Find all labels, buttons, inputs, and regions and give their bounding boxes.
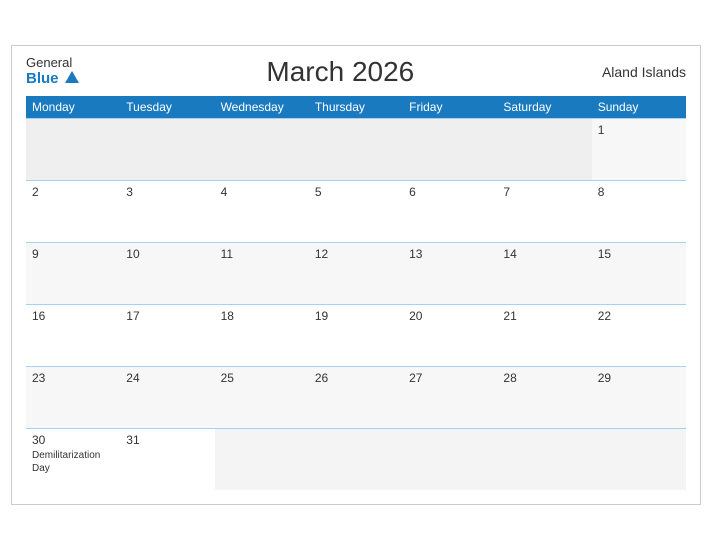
day-header-friday: Friday — [403, 96, 497, 119]
day-cell: 10 — [120, 242, 214, 304]
day-cell: 30 Demilitarization Day — [26, 428, 120, 490]
day-number: 6 — [409, 185, 491, 199]
day-number: 18 — [221, 309, 303, 323]
day-cell: 23 — [26, 366, 120, 428]
day-cell: 29 — [592, 366, 686, 428]
week-row-5: 23 24 25 26 27 28 29 — [26, 366, 686, 428]
calendar-header: General Blue March 2026 Aland Islands — [26, 56, 686, 88]
day-number: 24 — [126, 371, 208, 385]
day-number: 26 — [315, 371, 397, 385]
day-cell: 22 — [592, 304, 686, 366]
day-number: 8 — [598, 185, 680, 199]
day-number: 12 — [315, 247, 397, 261]
day-cell: 13 — [403, 242, 497, 304]
day-number: 16 — [32, 309, 114, 323]
day-cell: 4 — [215, 180, 309, 242]
day-header-monday: Monday — [26, 96, 120, 119]
day-number: 17 — [126, 309, 208, 323]
day-number: 28 — [503, 371, 585, 385]
week-row-1: 1 — [26, 118, 686, 180]
calendar-title: March 2026 — [266, 56, 414, 88]
day-cell — [497, 118, 591, 180]
logo-general-text: General — [26, 56, 79, 70]
day-number: 3 — [126, 185, 208, 199]
day-event: Demilitarization Day — [32, 449, 114, 475]
day-header-tuesday: Tuesday — [120, 96, 214, 119]
day-number: 27 — [409, 371, 491, 385]
day-cell: 16 — [26, 304, 120, 366]
day-cell: 2 — [26, 180, 120, 242]
day-number: 23 — [32, 371, 114, 385]
day-number: 20 — [409, 309, 491, 323]
calendar-region: Aland Islands — [602, 64, 686, 80]
day-headers-row: MondayTuesdayWednesdayThursdayFridaySatu… — [26, 96, 686, 119]
day-number: 21 — [503, 309, 585, 323]
day-cell — [592, 428, 686, 490]
day-number: 2 — [32, 185, 114, 199]
day-cell: 25 — [215, 366, 309, 428]
day-cell: 12 — [309, 242, 403, 304]
day-number: 31 — [126, 433, 208, 447]
calendar-grid: MondayTuesdayWednesdayThursdayFridaySatu… — [26, 96, 686, 491]
day-number: 19 — [315, 309, 397, 323]
day-cell: 11 — [215, 242, 309, 304]
logo: General Blue — [26, 56, 79, 87]
day-cell: 7 — [497, 180, 591, 242]
day-cell: 5 — [309, 180, 403, 242]
day-cell — [120, 118, 214, 180]
day-cell — [309, 118, 403, 180]
day-cell: 28 — [497, 366, 591, 428]
day-number: 15 — [598, 247, 680, 261]
day-cell: 8 — [592, 180, 686, 242]
day-header-wednesday: Wednesday — [215, 96, 309, 119]
day-cell — [215, 118, 309, 180]
calendar: General Blue March 2026 Aland Islands Mo… — [11, 45, 701, 506]
day-cell: 24 — [120, 366, 214, 428]
day-number: 14 — [503, 247, 585, 261]
day-header-thursday: Thursday — [309, 96, 403, 119]
day-number: 1 — [598, 123, 680, 137]
logo-blue-text: Blue — [26, 71, 79, 88]
day-cell: 3 — [120, 180, 214, 242]
day-header-saturday: Saturday — [497, 96, 591, 119]
day-cell — [497, 428, 591, 490]
day-cell: 19 — [309, 304, 403, 366]
day-number: 10 — [126, 247, 208, 261]
day-cell: 17 — [120, 304, 214, 366]
day-cell: 9 — [26, 242, 120, 304]
day-cell: 21 — [497, 304, 591, 366]
week-row-2: 2345678 — [26, 180, 686, 242]
week-row-4: 16 17 18 19 20 21 22 — [26, 304, 686, 366]
day-cell: 20 — [403, 304, 497, 366]
day-cell — [309, 428, 403, 490]
day-cell: 31 — [120, 428, 214, 490]
day-number: 30 — [32, 433, 114, 447]
day-cell — [403, 428, 497, 490]
day-cell — [215, 428, 309, 490]
day-cell: 1 — [592, 118, 686, 180]
day-number: 11 — [221, 247, 303, 261]
day-number: 22 — [598, 309, 680, 323]
day-header-sunday: Sunday — [592, 96, 686, 119]
week-row-6: 30 Demilitarization Day 31 — [26, 428, 686, 490]
day-cell — [403, 118, 497, 180]
day-number: 4 — [221, 185, 303, 199]
day-number: 9 — [32, 247, 114, 261]
day-number: 13 — [409, 247, 491, 261]
week-row-3: 9 10 11 12 13 14 15 — [26, 242, 686, 304]
day-cell: 27 — [403, 366, 497, 428]
day-cell: 6 — [403, 180, 497, 242]
day-number: 25 — [221, 371, 303, 385]
day-cell: 26 — [309, 366, 403, 428]
day-number: 5 — [315, 185, 397, 199]
day-number: 29 — [598, 371, 680, 385]
day-cell: 14 — [497, 242, 591, 304]
day-cell: 18 — [215, 304, 309, 366]
day-number: 7 — [503, 185, 585, 199]
day-cell — [26, 118, 120, 180]
day-cell: 15 — [592, 242, 686, 304]
logo-triangle-icon — [65, 71, 79, 83]
